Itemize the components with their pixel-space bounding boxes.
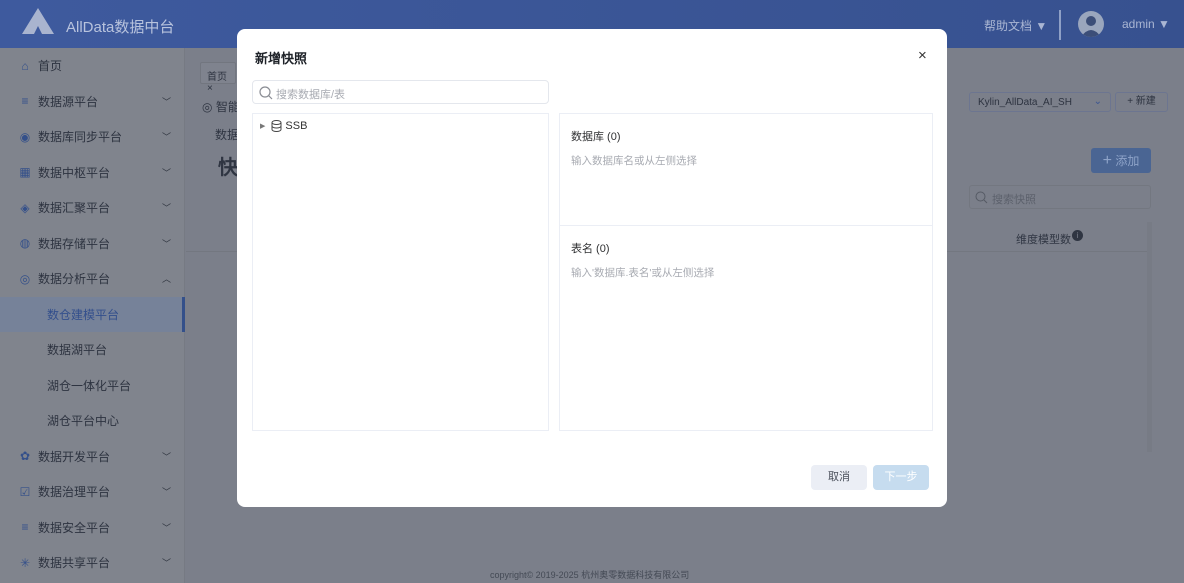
sidebar-item[interactable]: ◉ 数据库同步平台 ﹀ [0, 119, 185, 154]
close-icon[interactable]: × [918, 47, 927, 64]
chevron-down-icon[interactable]: ﹀ [162, 166, 171, 179]
sidebar-item-label: 数据中枢平台 [38, 164, 110, 181]
database-input[interactable]: 输入数据库名或从左侧选择 [571, 153, 932, 168]
sidebar-item-label: 数据汇聚平台 [38, 199, 110, 216]
selection-panel: 数据库 (0) 输入数据库名或从左侧选择 表名 (0) 输入'数据库.表名'或从… [559, 113, 933, 431]
sidebar-item[interactable]: ✳ 数据共享平台 ﹀ [0, 545, 185, 580]
database-icon: ≡ [18, 94, 32, 108]
dialog-title: 新增快照 [255, 48, 307, 67]
sidebar-item[interactable]: ≡ 数据安全平台 ﹀ [0, 510, 185, 545]
chevron-down-icon[interactable]: ﹀ [162, 556, 171, 569]
chevron-down-icon[interactable]: ﹀ [162, 450, 171, 463]
add-button[interactable]: + 添加 [1091, 148, 1151, 173]
add-label: 添加 [1115, 154, 1139, 168]
sidebar-item-label: 数据治理平台 [38, 483, 110, 500]
sidebar-item[interactable]: ☑ 数据治理平台 ﹀ [0, 474, 185, 509]
chevron-up-icon[interactable]: ︿ [162, 272, 171, 285]
project-select[interactable]: Kylin_AllData_AI_SH ⌄ [969, 92, 1111, 112]
sidebar-item[interactable]: 湖仓一体化平台 [0, 368, 185, 403]
search-icon [975, 191, 988, 204]
database-section: 数据库 (0) 输入数据库名或从左侧选择 [560, 114, 932, 226]
sidebar-item[interactable]: 数据湖平台 [0, 332, 185, 367]
project-select-value: Kylin_AllData_AI_SH [978, 97, 1072, 108]
sidebar-item[interactable]: ◍ 数据存储平台 ﹀ [0, 226, 185, 261]
divider [1059, 10, 1061, 40]
search-placeholder: 搜索数据库/表 [276, 89, 345, 101]
tree-node-ssb[interactable]: ▶ SSB [260, 120, 307, 132]
sidebar-item[interactable]: ≡ 数据源平台 ﹀ [0, 84, 185, 119]
chevron-down-icon[interactable]: ﹀ [162, 95, 171, 108]
table-header-label: 表名 (0) [571, 240, 932, 256]
scrollbar[interactable] [1147, 222, 1152, 452]
new-button[interactable]: + 新建 [1115, 92, 1168, 112]
copyright: copyright© 2019-2025 杭州奥零数据科技有限公司 [490, 568, 689, 581]
sidebar-item[interactable]: ▦ 数据中枢平台 ﹀ [0, 155, 185, 190]
database-header: 数据库 (0) [571, 128, 932, 144]
avatar[interactable] [1078, 11, 1104, 37]
share-icon: ✳ [18, 556, 32, 570]
sidebar-item-label: 数据源平台 [38, 93, 98, 110]
chevron-down-icon: ⌄ [1094, 96, 1102, 107]
search-icon [259, 86, 273, 100]
table-input[interactable]: 输入'数据库.表名'或从左侧选择 [571, 265, 932, 280]
plus-icon: + [1103, 152, 1112, 169]
brand-title: AllData数据中台 [66, 16, 174, 37]
analysis-icon: ◎ [18, 272, 32, 286]
table-section: 表名 (0) 输入'数据库.表名'或从左侧选择 [560, 226, 932, 280]
grid-icon: ▦ [18, 165, 32, 179]
project-tab[interactable]: ◎ 智能 [202, 98, 240, 115]
help-docs-menu[interactable]: 帮助文档 ▼ [984, 17, 1047, 34]
database-icon: ≡ [18, 520, 32, 534]
sidebar-item-label: 数据分析平台 [38, 270, 110, 287]
sidebar-item[interactable]: ◎ 数据分析平台 ︿ [0, 261, 185, 296]
sidebar-item-label: 数据安全平台 [38, 519, 110, 536]
search-placeholder: 搜索快照 [992, 194, 1036, 206]
sidebar-item[interactable]: ◈ 数据汇聚平台 ﹀ [0, 190, 185, 225]
sidebar-item-label: 数据库同步平台 [38, 128, 122, 145]
sidebar-item[interactable]: ✿ 数据开发平台 ﹀ [0, 439, 185, 474]
chevron-down-icon[interactable]: ﹀ [162, 237, 171, 250]
column-header: 维度模型数 [1016, 231, 1071, 247]
chevron-down-icon[interactable]: ﹀ [162, 130, 171, 143]
shield-search-icon: ◉ [18, 130, 32, 144]
chevron-down-icon[interactable]: ﹀ [162, 485, 171, 498]
sidebar-item-label: 首页 [38, 57, 62, 74]
check-icon: ☑ [18, 485, 32, 499]
caret-right-icon[interactable]: ▶ [260, 122, 265, 130]
chevron-down-icon[interactable]: ﹀ [162, 521, 171, 534]
breadcrumb: 数据 [215, 126, 239, 143]
tree-node-label: SSB [285, 120, 307, 132]
db-table-search-input[interactable]: 搜索数据库/表 [252, 80, 549, 104]
tab-label: 首页 [207, 72, 227, 83]
sidebar-item-label: 湖仓一体化平台 [47, 377, 131, 394]
sidebar-item-label: 数仓建模平台 [47, 306, 119, 323]
sidebar-item[interactable]: 湖仓平台中心 [0, 403, 185, 438]
chart-icon: ◍ [18, 236, 32, 250]
chevron-down-icon[interactable]: ﹀ [162, 201, 171, 214]
sidebar-item-label: 湖仓平台中心 [47, 412, 119, 429]
sidebar-item-label: 数据开发平台 [38, 448, 110, 465]
user-menu[interactable]: admin ▼ [1122, 17, 1170, 31]
page-title: 快 [218, 151, 238, 180]
database-tree: ▶ SSB [252, 113, 549, 431]
cancel-button[interactable]: 取消 [811, 465, 867, 490]
snapshot-search-input[interactable]: 搜索快照 [969, 185, 1151, 209]
sidebar-item[interactable]: 数仓建模平台 [0, 297, 185, 332]
sidebar-item-label: 数据共享平台 [38, 554, 110, 571]
layers-icon: ◈ [18, 201, 32, 215]
logo-icon [22, 8, 54, 36]
home-icon: ⌂ [18, 59, 32, 73]
next-button[interactable]: 下一步 [873, 465, 929, 490]
sidebar-item[interactable]: ⌂ 首页 [0, 48, 185, 83]
sidebar-item-label: 数据存储平台 [38, 235, 110, 252]
add-snapshot-dialog: 新增快照 × 搜索数据库/表 ▶ SSB 数据库 (0) 输入数据库名或从左侧选… [237, 29, 947, 507]
flower-icon: ✿ [18, 449, 32, 463]
database-icon [271, 120, 282, 132]
tab-home[interactable]: 首页 × [200, 62, 236, 84]
sidebar: ⌂ 首页 ≡ 数据源平台 ﹀ ◉ 数据库同步平台 ﹀ ▦ 数据中枢平台 ﹀ ◈ 数据汇聚平台 ﹀ ◍ 数据存储… [0, 48, 185, 583]
info-icon[interactable]: i [1072, 230, 1083, 241]
sidebar-item-label: 数据湖平台 [47, 341, 107, 358]
